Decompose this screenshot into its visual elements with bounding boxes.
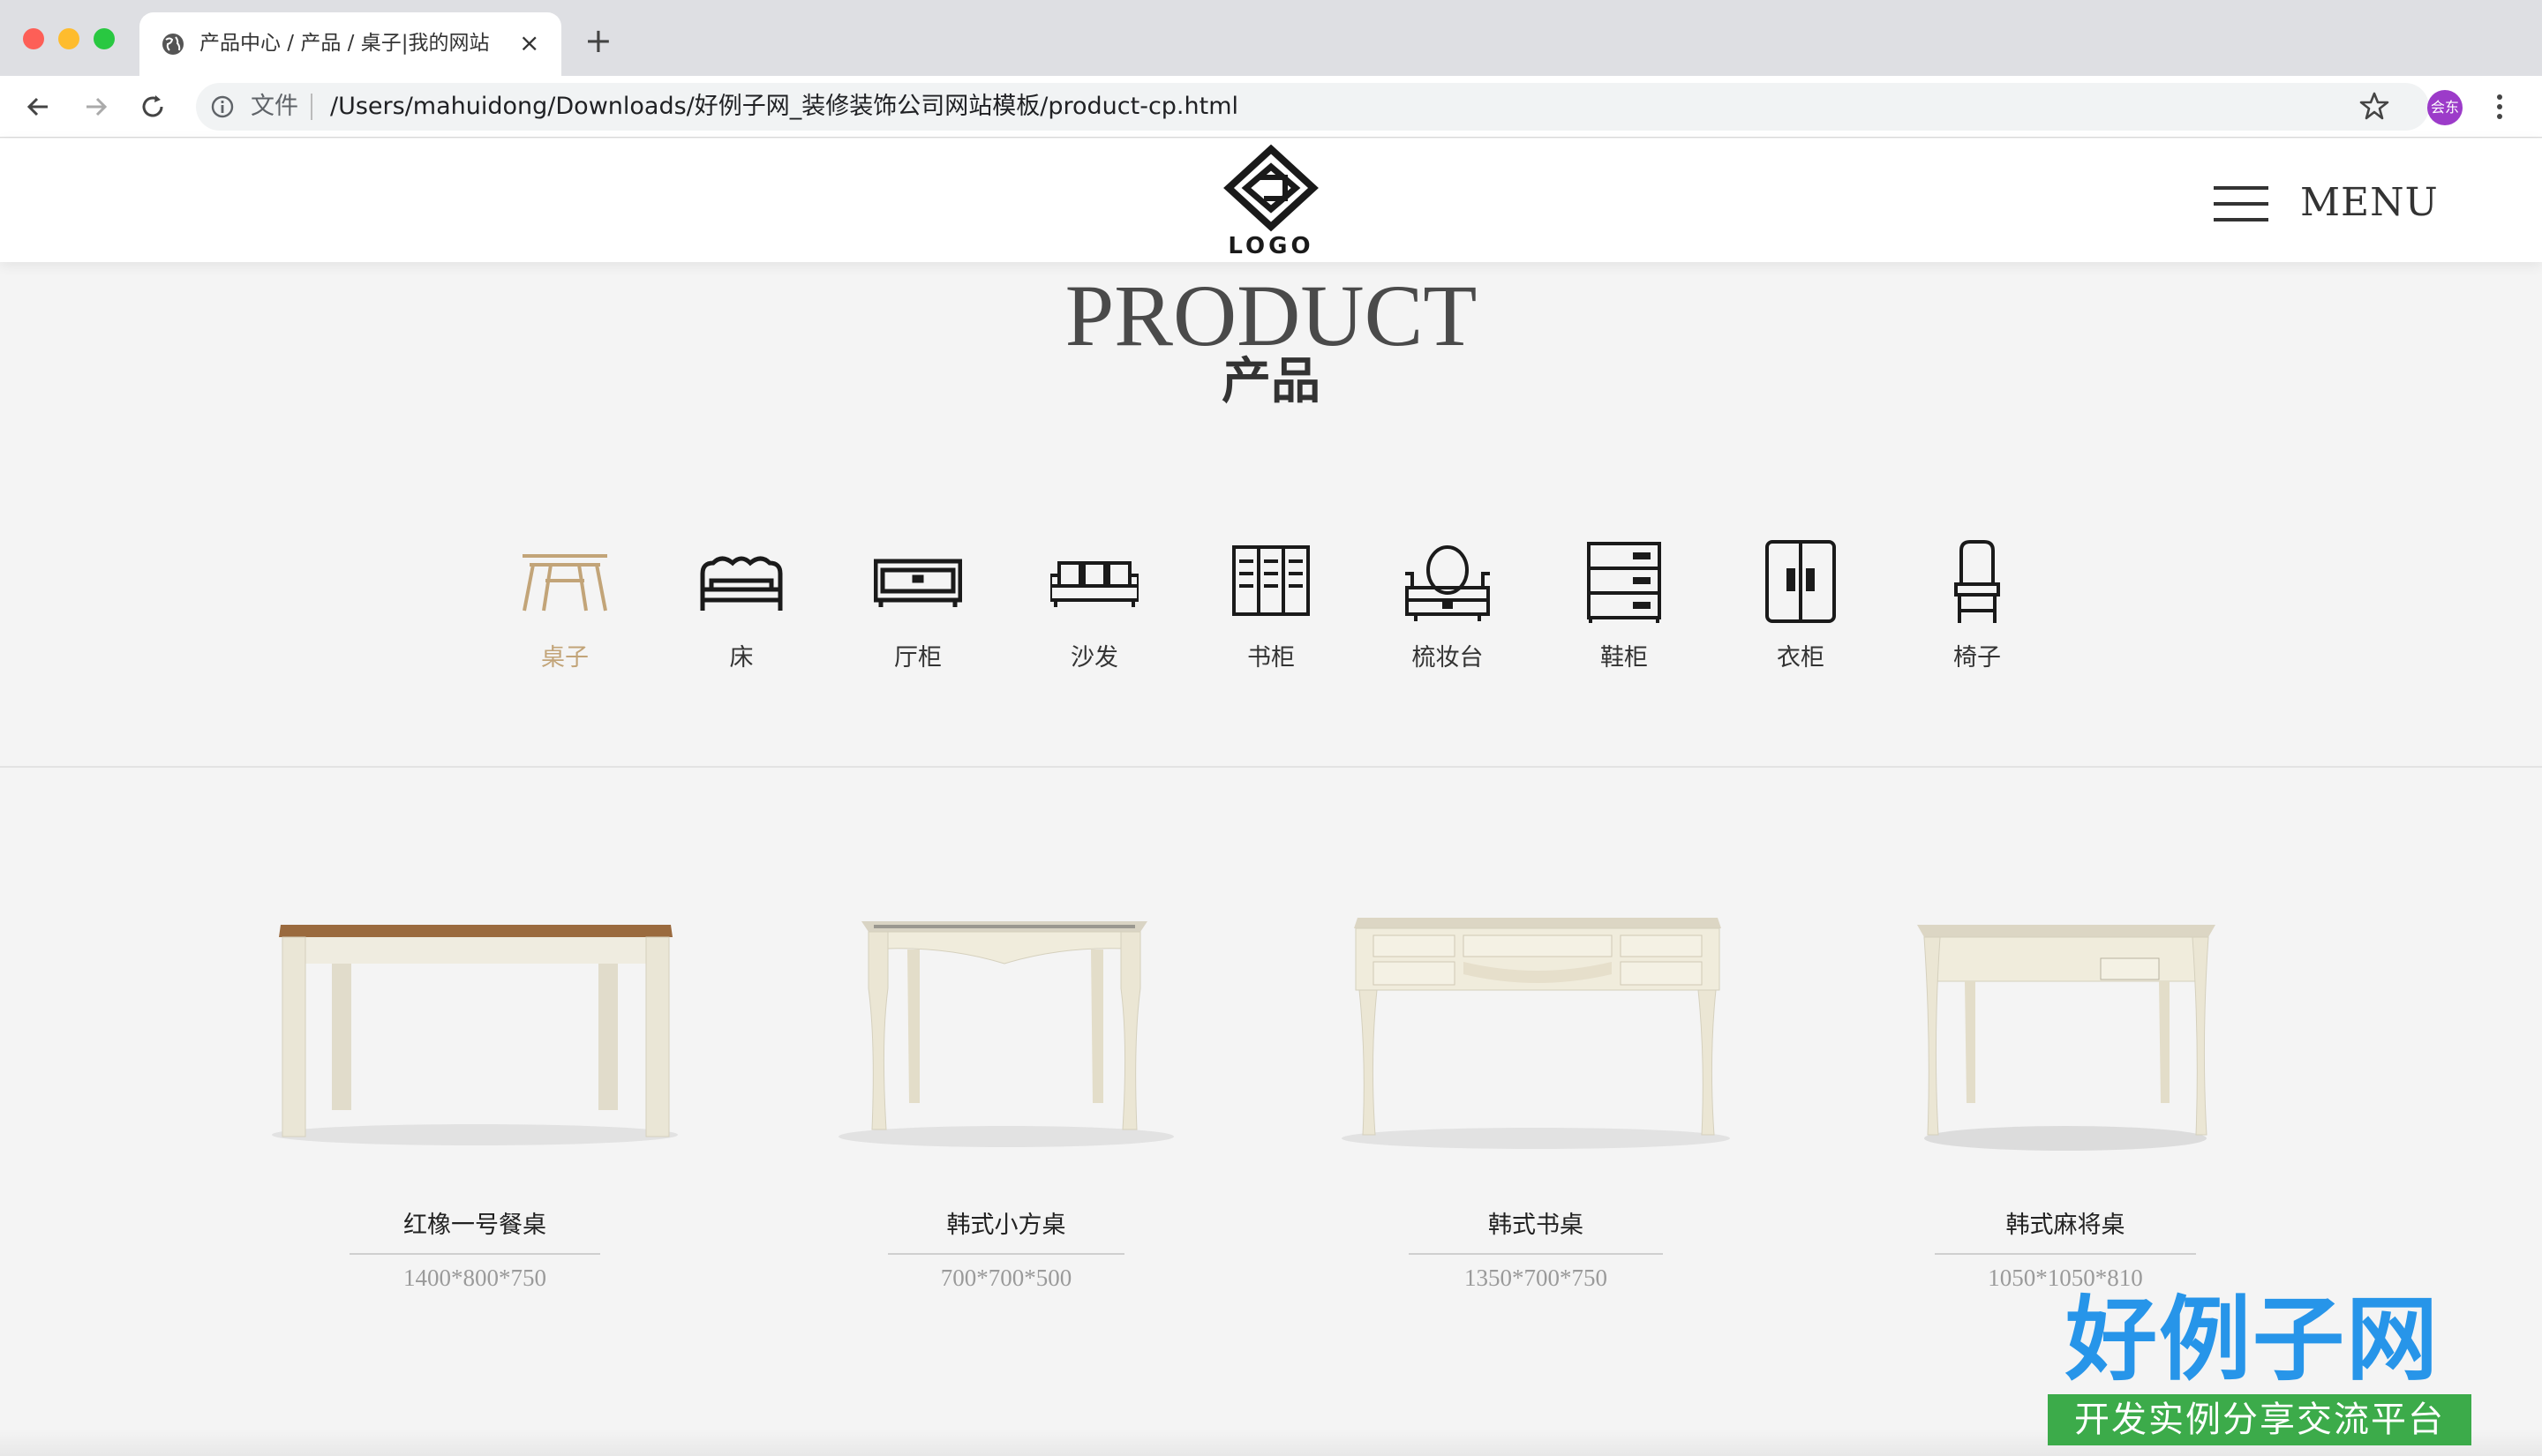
watermark-title: 好例子网 xyxy=(2064,1286,2440,1393)
category-bed[interactable]: 床 xyxy=(662,529,821,688)
watermark-badge: 好例子网 开发实例分享交流平台 xyxy=(2041,1286,2471,1451)
product-name: 红橡一号餐桌 xyxy=(403,1212,546,1239)
category-label: 桌子 xyxy=(541,644,589,672)
browser-toolbar: 文件 /Users/mahuidong/Downloads/好例子网_装修装饰公… xyxy=(0,76,2542,138)
forward-icon[interactable] xyxy=(79,90,113,124)
category-label: 鞋柜 xyxy=(1600,644,1648,672)
category-shoe-cabinet[interactable]: 鞋柜 xyxy=(1545,529,1703,688)
category-wardrobe[interactable]: 衣柜 xyxy=(1721,529,1880,688)
tab-close-button[interactable]: × xyxy=(519,28,539,58)
tv-cabinet-icon xyxy=(874,559,962,607)
bookcase-icon xyxy=(1232,545,1310,616)
new-tab-button[interactable]: + xyxy=(584,23,613,58)
site-logo[interactable]: LOGO xyxy=(1222,144,1320,257)
logo-mark-icon xyxy=(1223,144,1319,232)
info-icon[interactable] xyxy=(210,94,235,119)
category-bookcase[interactable]: 书柜 xyxy=(1192,529,1350,688)
dresser-icon xyxy=(1405,545,1490,621)
maximize-window-button[interactable] xyxy=(94,28,115,49)
product-card[interactable]: 韩式小方桌 700*700*500 xyxy=(777,882,1236,1306)
product-image xyxy=(1342,918,1730,1149)
tab-title: 产品中心 / 产品 / 桌子|我的网站 xyxy=(199,32,490,55)
product-underline xyxy=(1935,1253,2196,1255)
category-label: 厅柜 xyxy=(894,644,942,672)
product-underline xyxy=(888,1253,1124,1255)
product-underline xyxy=(1409,1253,1663,1255)
product-name: 韩式小方桌 xyxy=(946,1212,1066,1239)
page-title-zh: 产品 xyxy=(1222,353,1320,410)
product-card[interactable]: 韩式书桌 1350*700*750 xyxy=(1306,882,1765,1306)
bookmark-star-icon[interactable] xyxy=(2358,90,2390,122)
product-image xyxy=(839,921,1174,1147)
hamburger-icon xyxy=(2214,186,2268,221)
omnibox-divider xyxy=(311,94,312,120)
menu-button[interactable]: MENU xyxy=(2214,181,2443,225)
category-label: 沙发 xyxy=(1071,644,1118,672)
wardrobe-icon xyxy=(1765,540,1836,623)
product-name: 韩式麻将桌 xyxy=(2005,1212,2125,1239)
security-label: 文件 xyxy=(251,93,298,120)
product-card[interactable]: 红橡一号餐桌 1400*800*750 xyxy=(245,882,704,1306)
table-icon xyxy=(523,554,607,612)
bed-icon xyxy=(700,556,783,611)
close-window-button[interactable] xyxy=(23,28,44,49)
section-divider xyxy=(0,766,2542,768)
category-label: 床 xyxy=(729,644,754,672)
product-image xyxy=(272,925,678,1145)
site-header: LOGO MENU xyxy=(0,139,2542,262)
category-label: 梳妆台 xyxy=(1411,644,1484,672)
url-text[interactable]: /Users/mahuidong/Downloads/好例子网_装修装饰公司网站… xyxy=(330,91,1238,123)
shoe-cabinet-icon xyxy=(1587,542,1661,623)
menu-label: MENU xyxy=(2300,180,2439,225)
back-icon[interactable] xyxy=(21,90,55,124)
browser-tab-strip: 产品中心 / 产品 / 桌子|我的网站 × + xyxy=(0,0,2542,76)
reload-icon[interactable] xyxy=(136,90,169,124)
category-label: 衣柜 xyxy=(1777,644,1824,672)
product-image xyxy=(1917,925,2215,1151)
chair-icon xyxy=(1954,540,2000,623)
minimize-window-button[interactable] xyxy=(58,28,79,49)
category-chair[interactable]: 椅子 xyxy=(1898,529,2057,688)
globe-icon xyxy=(162,34,184,55)
sofa-icon xyxy=(1050,561,1139,607)
browser-tab[interactable]: 产品中心 / 产品 / 桌子|我的网站 × xyxy=(139,12,561,76)
product-underline xyxy=(350,1253,600,1255)
product-name: 韩式书桌 xyxy=(1488,1212,1583,1239)
category-table[interactable]: 桌子 xyxy=(485,529,644,688)
category-label: 书柜 xyxy=(1247,644,1295,672)
category-label: 椅子 xyxy=(1953,644,2001,672)
category-dresser[interactable]: 梳妆台 xyxy=(1368,529,1527,688)
profile-avatar[interactable]: 会东 xyxy=(2427,90,2463,125)
product-size: 1350*700*750 xyxy=(1464,1265,1607,1291)
logo-text: LOGO xyxy=(1228,233,1313,257)
product-size: 1400*800*750 xyxy=(403,1265,546,1291)
category-tv-cabinet[interactable]: 厅柜 xyxy=(839,529,997,688)
product-size: 700*700*500 xyxy=(940,1265,1072,1291)
page-title-en: PRODUCT xyxy=(1064,266,1478,364)
product-card[interactable]: 韩式麻将桌 1050*1050*810 xyxy=(1836,882,2295,1306)
address-bar[interactable]: 文件 /Users/mahuidong/Downloads/好例子网_装修装饰公… xyxy=(196,83,2429,131)
watermark-subtitle: 开发实例分享交流平台 xyxy=(2048,1394,2471,1445)
category-sofa[interactable]: 沙发 xyxy=(1015,529,1174,688)
more-menu-icon[interactable] xyxy=(2491,90,2508,124)
